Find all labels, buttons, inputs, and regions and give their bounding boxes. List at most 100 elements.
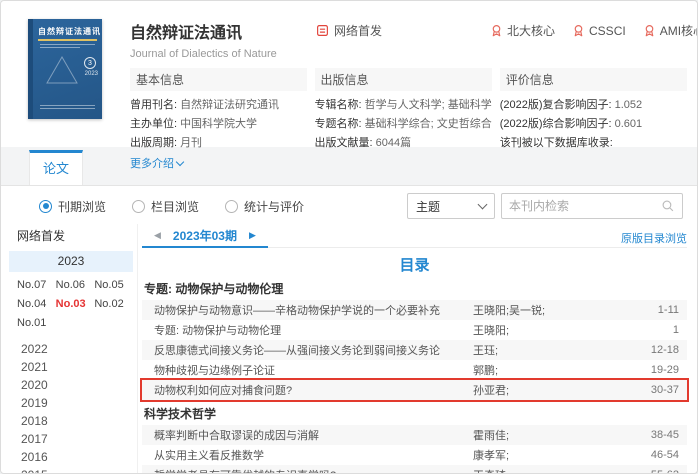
article-pages: 1-11 (633, 304, 679, 316)
original-toc-link[interactable]: 原版目录浏览 (621, 230, 687, 246)
article-row[interactable]: 物种歧视与边缘例子论证 郭鹏; 19-29 (142, 360, 687, 380)
content-body: 网络首发 2023 No.07 No.06 No.05 No.04 No.03 … (1, 224, 697, 474)
article-row[interactable]: 哲学学者具有可靠优越的专识直觉吗? 王奇琦; 55-62 (142, 465, 687, 474)
article-title[interactable]: 动物权利如何应对捕食问题? (154, 382, 473, 398)
article-title[interactable]: 反思康德式间接义务论——从强间接义务论到弱间接义务论 (154, 342, 473, 358)
issue-nav: ◀ 2023年03期 ▶ 原版目录浏览 (142, 224, 687, 248)
year-2015[interactable]: 2015 (21, 466, 137, 474)
info-row: (2022版)综合影响因子:0.601 (500, 115, 687, 134)
info-row: (2022版)复合影响因子:1.052 (500, 96, 687, 115)
eval-info-column: 评价信息 (2022版)复合影响因子:1.052 (2022版)综合影响因子:0… (500, 68, 687, 172)
article-title[interactable]: 专题: 动物保护与动物伦理 (154, 322, 473, 338)
issue-no04[interactable]: No.04 (17, 295, 56, 314)
radio-label: 刊期浏览 (58, 198, 106, 215)
article-pages: 12-18 (633, 344, 679, 356)
info-value: 哲学与人文科学; 基础科学 (365, 99, 492, 111)
year-2019[interactable]: 2019 (21, 394, 137, 412)
prev-issue-arrow[interactable]: ◀ (154, 230, 161, 241)
article-authors[interactable]: 康孝军; (473, 447, 633, 463)
issue-no05[interactable]: No.05 (94, 276, 133, 295)
year-2020[interactable]: 2020 (21, 376, 137, 394)
year-2022[interactable]: 2022 (21, 340, 137, 358)
article-authors[interactable]: 王晓阳;吴一锐; (473, 302, 633, 318)
radio-issue-browse[interactable]: 刊期浏览 (39, 198, 106, 215)
article-authors[interactable]: 霍雨佳; (473, 427, 633, 443)
chevron-down-icon (176, 157, 184, 165)
current-issue-label[interactable]: 2023年03期 (173, 227, 237, 244)
article-title[interactable]: 动物保护与动物意识——辛格动物保护学说的一个必要补充 (154, 302, 473, 318)
year-2016[interactable]: 2016 (21, 448, 137, 466)
journal-search-box (501, 193, 683, 219)
info-value: 中国科学院大学 (180, 118, 257, 130)
radio-unselected-icon (225, 200, 238, 213)
article-authors[interactable]: 王晓阳; (473, 322, 633, 338)
search-input[interactable] (509, 199, 661, 213)
radio-label: 栏目浏览 (151, 198, 199, 215)
article-authors[interactable]: 王珏; (473, 342, 633, 358)
year-2017[interactable]: 2017 (21, 430, 137, 448)
article-title[interactable]: 物种歧视与边缘例子论证 (154, 362, 473, 378)
journal-cover-image[interactable]: 自然辩证法通讯 3 2023 (28, 19, 102, 119)
article-row[interactable]: 专题: 动物保护与动物伦理 王晓阳; 1 (142, 320, 687, 340)
publish-info-title: 出版信息 (315, 68, 492, 91)
year-list: 2022 2021 2020 2019 2018 2017 2016 2015 (9, 336, 137, 474)
info-value: 月刊 (180, 137, 202, 149)
issue-no06[interactable]: No.06 (56, 276, 95, 295)
article-pages: 30-37 (633, 384, 679, 396)
more-intro-link[interactable]: 更多介绍 (130, 155, 183, 171)
tab-papers[interactable]: 论文 (29, 150, 83, 185)
title-row: 自然辩证法通讯 Journal of Dialectics of Nature … (130, 19, 687, 63)
article-authors[interactable]: 孙亚君; (473, 382, 633, 398)
article-title[interactable]: 概率判断中合取谬误的成因与消解 (154, 427, 473, 443)
basic-info-title: 基本信息 (130, 68, 307, 91)
content-card: 刊期浏览 栏目浏览 统计与评价 主题 (1, 185, 697, 474)
info-label: 该刊被以下数据库收录: (500, 137, 613, 149)
year-2021[interactable]: 2021 (21, 358, 137, 376)
article-title[interactable]: 从实用主义看反推数学 (154, 447, 473, 463)
year-2018[interactable]: 2018 (21, 412, 137, 430)
core-badges: 北大核心 CSSCI AMI核心 (490, 22, 698, 39)
article-row[interactable]: 从实用主义看反推数学 康孝军; 46-54 (142, 445, 687, 465)
badge-label: AMI核心 (660, 22, 698, 39)
online-first-label: 网络首发 (334, 22, 382, 39)
search-icon[interactable] (661, 199, 675, 213)
year-header-2023[interactable]: 2023 (9, 251, 133, 272)
journal-header: 自然辩证法通讯 3 2023 自然辩证法通讯 Journal of Dialec… (1, 1, 697, 147)
medal-icon (643, 24, 656, 37)
badge-cssci[interactable]: CSSCI (572, 22, 626, 39)
next-issue-arrow[interactable]: ▶ (249, 230, 256, 241)
issue-no02[interactable]: No.02 (94, 295, 133, 314)
journal-title-en: Journal of Dialectics of Nature (130, 48, 687, 60)
chevron-down-icon (478, 200, 488, 210)
info-row: 曾用刊名:自然辩证法研究通讯 (130, 96, 307, 115)
article-row[interactable]: 动物保护与动物意识——辛格动物保护学说的一个必要补充 王晓阳;吴一锐; 1-11 (142, 300, 687, 320)
sidebar-online-first[interactable]: 网络首发 (9, 224, 137, 251)
article-row[interactable]: 反思康德式间接义务论——从强间接义务论到弱间接义务论 王珏; 12-18 (142, 340, 687, 360)
article-title[interactable]: 哲学学者具有可靠优越的专识直觉吗? (154, 467, 473, 474)
info-label: 主办单位: (130, 118, 177, 130)
info-label: 曾用刊名: (130, 99, 177, 111)
issue-no03-active[interactable]: No.03 (56, 295, 95, 314)
radio-stats-eval[interactable]: 统计与评价 (225, 198, 304, 215)
article-row-highlighted[interactable]: 动物权利如何应对捕食问题? 孙亚君; 30-37 (142, 380, 687, 400)
article-authors[interactable]: 郭鹏; (473, 362, 633, 378)
toc-main: ◀ 2023年03期 ▶ 原版目录浏览 目录 专题: 动物保护与动物伦理 动物保… (138, 224, 697, 474)
article-row[interactable]: 概率判断中合取谬误的成因与消解 霍雨佳; 38-45 (142, 425, 687, 445)
subject-filter-select[interactable]: 主题 (407, 193, 495, 219)
info-label: 专题名称: (315, 118, 362, 130)
badge-pku-core[interactable]: 北大核心 (490, 22, 555, 39)
article-authors[interactable]: 王奇琦; (473, 467, 633, 474)
cover-decor-line (40, 47, 80, 48)
info-value: 6044篇 (376, 137, 411, 149)
info-row: 该刊被以下数据库收录: (500, 134, 687, 153)
cover-decor-line (40, 108, 95, 109)
info-row: 出版文献量:6044篇 (315, 134, 492, 153)
header-main: 自然辩证法通讯 Journal of Dialectics of Nature … (130, 19, 687, 147)
issue-no01[interactable]: No.01 (17, 314, 56, 333)
online-first-badge[interactable]: 网络首发 (316, 22, 382, 39)
badge-ami-core[interactable]: AMI核心 (643, 22, 698, 39)
issue-no07[interactable]: No.07 (17, 276, 56, 295)
info-label: (2022版)复合影响因子: (500, 99, 612, 111)
info-value: 自然辩证法研究通讯 (180, 99, 279, 111)
radio-column-browse[interactable]: 栏目浏览 (132, 198, 199, 215)
